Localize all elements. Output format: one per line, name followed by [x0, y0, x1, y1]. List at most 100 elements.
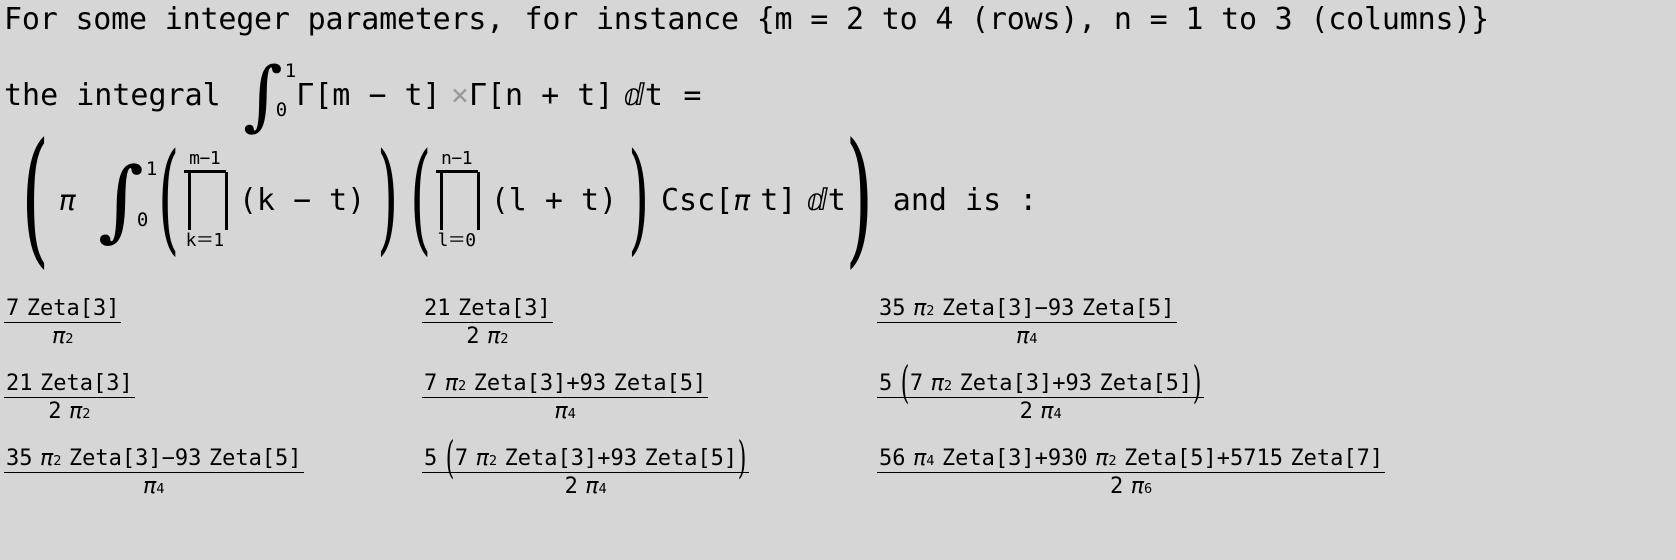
r1c3-num-coef2: 93 [1047, 296, 1075, 321]
product-1-lower-limit: k＝1 [185, 230, 225, 251]
csc-arg-pi: π [733, 183, 751, 217]
pi-symbol-outer: π [58, 183, 76, 217]
r3c2-num-coef: 7 [454, 446, 469, 471]
r1c2-den-coef: 2 [466, 324, 480, 350]
integral-lead-text: the integral [4, 77, 221, 113]
product-1-glyph [183, 170, 228, 230]
r3c3-num-fn3: Zeta[7] [1290, 446, 1384, 471]
product-2-glyph [435, 170, 480, 230]
r3c1-num-fn2: Zeta[5] [208, 446, 302, 471]
r2c1-den-coef: 2 [48, 399, 62, 425]
r2c3-num-outer-coef: 5 [879, 371, 893, 396]
r3c1-den-pi: π [143, 474, 157, 500]
matrix-cell-r2c1: 21 Zeta[3] 2π2 [4, 371, 135, 425]
r3c3-num-pi: π [912, 446, 927, 471]
r3c2-num-coef2: 93 [610, 446, 637, 471]
product-1-upper-limit: m−1 [189, 148, 221, 169]
integral-sign-line3: ∫ 1 0 [97, 147, 158, 251]
csc-function-name: Csc[ [660, 182, 734, 218]
r2c3-num-fn1: Zeta[3] [959, 371, 1053, 396]
r3c2-num-fn2: Zeta[5] [644, 446, 738, 471]
r3c2-den-pi: π [585, 474, 599, 500]
product-2-body: (l + t) [490, 182, 618, 218]
prose-line1-part-b: for instance {m = 2 to 4 (rows), n = 1 t… [524, 2, 1490, 37]
r2c2-num-pi: π [444, 371, 458, 396]
r1c3-num-fn1: Zeta[3] [941, 296, 1035, 321]
differential-dt-line2: ⅆt [623, 77, 663, 113]
matrix-cell-r2c2: 7 π 2 Zeta[3] +93 Zeta[5] π4 [422, 371, 709, 425]
r2c3-num-coef: 7 [909, 371, 924, 396]
r3c3-den-pi: π [1130, 474, 1144, 500]
r1c3-num-fn2: Zeta[5] [1081, 296, 1175, 321]
integral-sign-line2: ∫ 1 0 [243, 50, 297, 140]
math-document-page: For some integer parameters, for instance… [0, 0, 1676, 560]
r2c2-num-fn2: Zeta[5] [613, 371, 707, 396]
outer-paren-close: ) [845, 113, 874, 284]
r2c3-den-coef: 2 [1019, 399, 1033, 425]
r3c3-den-coef: 2 [1109, 474, 1124, 500]
r2c3-num-fn2: Zeta[5] [1099, 371, 1193, 396]
outer-paren-open: ( [21, 113, 50, 284]
r2c2-num-fn1: Zeta[3] [473, 371, 567, 396]
r2c2-den-pi: π [554, 399, 568, 425]
r2c3-den-pi: π [1040, 399, 1054, 425]
product-2-lower-limit: l＝0 [437, 230, 476, 251]
r3c1-num-coef2: 93 [174, 446, 202, 471]
r3c2-num-fn1: Zeta[3] [504, 446, 598, 471]
r2c1-num-fn: Zeta[3] [39, 371, 133, 396]
r3c2-paren-open: ( [445, 433, 455, 485]
product-2-paren-close: ) [628, 128, 650, 269]
r3c3-num-coef2: 930 [1047, 446, 1088, 471]
r1c3-num-coef: 35 [879, 296, 906, 321]
r1c2-num-fn: Zeta[3] [457, 296, 551, 321]
matrix-cell-r3c2: 5(7 π 2 Zeta[3] +93 Zeta[5]) 2π4 [422, 433, 750, 500]
times-operator-icon: × [450, 77, 469, 113]
r2c3-paren-open: ( [900, 358, 910, 410]
gamma-factor-2: Γ[n + t] [468, 77, 614, 113]
r3c3-num-op2: + [1216, 446, 1230, 471]
integral-lower-limit-line3: 0 [136, 209, 149, 231]
r3c2-num-pi: π [475, 446, 489, 471]
prose-line-2-integral: the integral ∫ 1 0 Γ[m − t] × Γ[n + t] ⅆ… [4, 50, 701, 140]
r3c1-num-op: − [161, 446, 175, 471]
r3c2-num-op: + [597, 446, 611, 471]
r3c3-num-fn2: Zeta[5] [1124, 446, 1217, 471]
product-1-paren-close: ) [376, 128, 398, 269]
r2c2-num-coef: 7 [424, 371, 438, 396]
gamma-factor-1: Γ[m − t] [296, 77, 441, 113]
r2c1-num-coef: 21 [6, 371, 33, 396]
r3c3-num-fn1: Zeta[3] [941, 446, 1035, 471]
r1c3-den-pi: π [1016, 324, 1030, 350]
r2c3-num-pi: π [930, 371, 944, 396]
r1c2-num-coef: 21 [424, 296, 451, 321]
r2c3-num-coef2: 93 [1065, 371, 1092, 396]
product-2-paren-open: ( [410, 128, 432, 269]
r3c2-num-outer-coef: 5 [424, 446, 438, 471]
differential-dt-line3: ⅆt [806, 182, 846, 218]
product-1-paren-open: ( [158, 128, 180, 269]
r3c1-num-pi: π [39, 446, 54, 471]
product-operator-2: n−1 l＝0 [435, 148, 480, 251]
r2c2-num-coef2: 93 [579, 371, 607, 396]
prose-line3-tail: and is : [892, 182, 1038, 218]
product-1-body: (k − t) [238, 182, 366, 218]
csc-arg-t: t] [760, 182, 797, 218]
integral-upper-limit: 1 [284, 60, 297, 82]
matrix-cell-r1c3: 35 π 2 Zeta[3] −93 Zeta[5] π4 [877, 296, 1177, 350]
integral-upper-limit-line3: 1 [145, 158, 158, 180]
matrix-cell-r1c2: 21 Zeta[3] 2π2 [422, 296, 553, 350]
matrix-cell-r2c3: 5(7 π 2 Zeta[3] +93 Zeta[5]) 2π4 [877, 358, 1205, 425]
matrix-cell-r3c3: 56 π 4 Zeta[3] +930 π 2 Zeta[5] +5715 Zeta[7] 2π6 [877, 446, 1386, 500]
r1c1-num-coef: 7 [6, 296, 20, 321]
r1c3-num-pi: π [912, 296, 927, 321]
r3c2-den-coef: 2 [564, 474, 578, 500]
r2c2-num-op: + [566, 371, 580, 396]
product-2-upper-limit: n−1 [441, 148, 473, 169]
product-operator-1: m−1 k＝1 [183, 148, 228, 251]
r3c3-num-op: + [1034, 446, 1048, 471]
prose-line1-part-a: For some integer parameters, [4, 2, 505, 37]
r2c3-num-op: + [1052, 371, 1066, 396]
matrix-cell-r1c1: 7 Zeta[3] π2 [4, 296, 122, 350]
r1c2-den-pi: π [486, 324, 501, 350]
r2c1-den-pi: π [68, 399, 83, 425]
